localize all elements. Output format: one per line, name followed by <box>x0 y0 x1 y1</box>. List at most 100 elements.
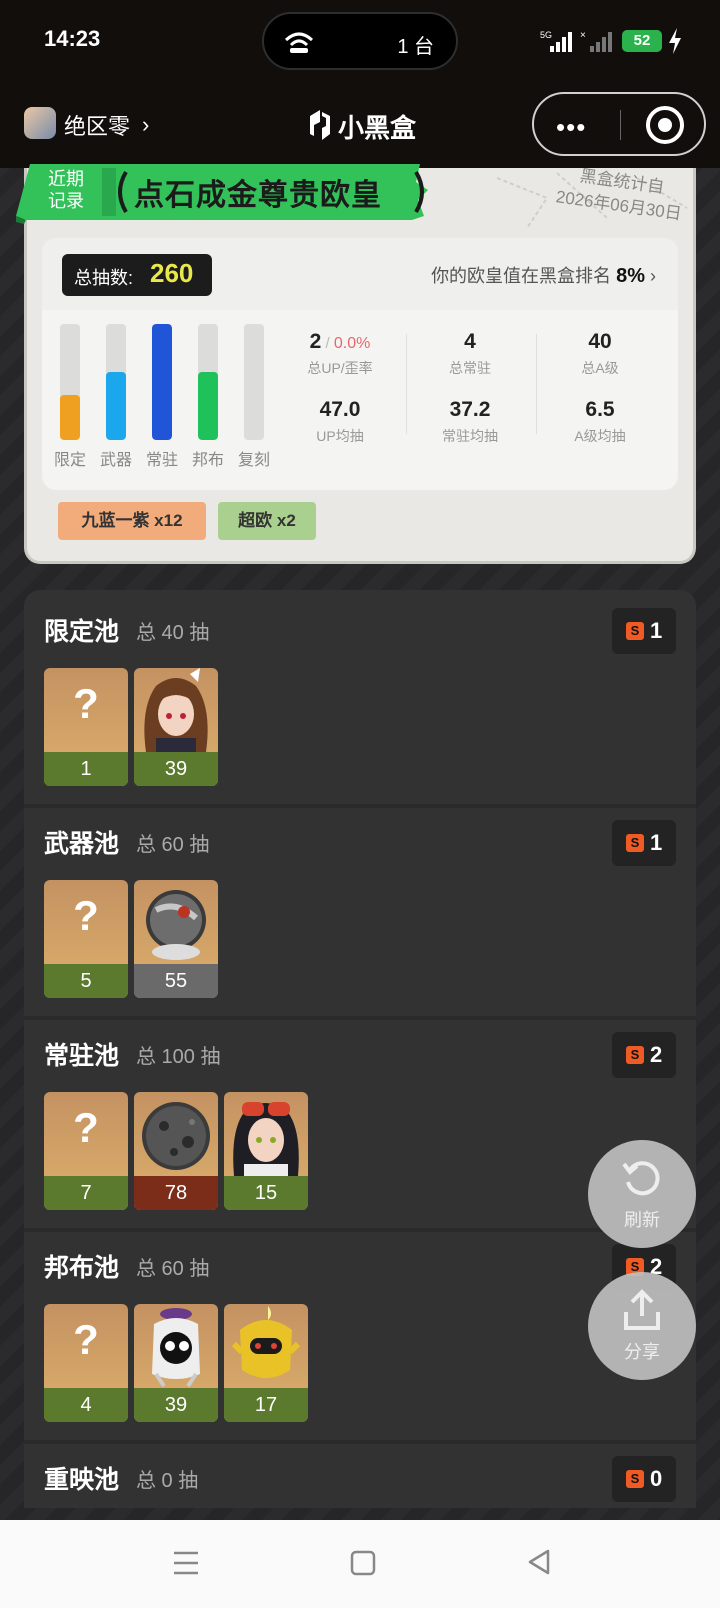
total-pulls-label: 总抽数: <box>74 268 134 288</box>
chevron-right-icon[interactable]: › <box>142 112 149 138</box>
pool-name: 常驻池 <box>44 1042 120 1070</box>
refresh-icon <box>622 1161 660 1196</box>
pull-card[interactable]: ? 4 <box>44 1304 128 1422</box>
pull-card[interactable]: ? 1 <box>44 668 128 786</box>
home-square-icon[interactable] <box>350 1550 376 1576</box>
chevron-right-icon: › <box>650 266 656 286</box>
stats-panel: 总抽数: 260 你的欧皇值在黑盒排名 8% › 限定 武器 常驻 邦布 复刻 2 / … <box>42 238 678 490</box>
metric-label: A级均抽 <box>574 428 626 444</box>
pool-bar-fill <box>60 394 80 440</box>
charging-icon <box>669 28 681 54</box>
banner-title: 点石成金尊贵欧皇 <box>134 179 382 212</box>
metric-number: 2 <box>309 330 322 353</box>
pool-bar-label: 限定 <box>53 452 86 469</box>
pool-bar-label: 邦布 <box>191 452 224 469</box>
metric: 6.5 A级均抽 <box>540 398 660 446</box>
pull-card[interactable]: 55 <box>134 880 218 998</box>
metric-value: 4 <box>410 330 530 354</box>
pool-bar-label: 复刻 <box>237 452 270 469</box>
app-header: 绝区零 › 小黑盒 ••• <box>0 84 720 168</box>
dynamic-island[interactable]: 1 台 <box>262 12 458 70</box>
rank-value: 8% <box>616 265 645 287</box>
metric-label: UP均抽 <box>316 428 364 444</box>
game-avatar-icon[interactable] <box>24 107 56 139</box>
pull-card[interactable]: 39 <box>134 1304 218 1422</box>
unknown-question-icon: ? <box>73 1316 99 1363</box>
pool-section[interactable]: 武器池总 60 抽 S 1? 5 55 <box>24 802 696 1020</box>
more-dots-icon[interactable]: ••• <box>556 112 586 143</box>
metric-divider <box>406 334 407 434</box>
total-pulls-value: 260 <box>150 258 194 288</box>
pool-bar-fill <box>106 371 126 440</box>
game-name[interactable]: 绝区零 <box>64 109 130 141</box>
pull-count: 55 <box>134 964 218 998</box>
status-time: 14:23 <box>44 26 101 51</box>
share-label: 分享 <box>624 1342 660 1362</box>
status-bar: 14:23 1 台 5G × 52 <box>0 0 720 84</box>
unknown-question-icon: ? <box>73 1104 99 1151</box>
pull-count: 7 <box>44 1176 128 1210</box>
pull-card[interactable]: ? 7 <box>44 1092 128 1210</box>
metric: 47.0 UP均抽 <box>280 398 400 446</box>
pull-card[interactable]: ? 5 <box>44 880 128 998</box>
metric-number: 47.0 <box>319 398 361 421</box>
close-target-icon[interactable] <box>646 106 684 144</box>
stats-panel-header: 总抽数: 260 你的欧皇值在黑盒排名 8% › <box>42 238 678 310</box>
pull-count: 39 <box>134 1388 218 1422</box>
share-icon <box>624 1289 660 1330</box>
unknown-question-icon: ? <box>73 680 99 727</box>
share-button[interactable]: 分享 <box>588 1272 696 1380</box>
pull-card[interactable]: 78 <box>134 1092 218 1210</box>
pull-card[interactable]: 15 <box>224 1092 308 1210</box>
rank-link[interactable]: 你的欧皇值在黑盒排名 8% › <box>431 262 656 288</box>
highlight-tag: 九蓝一紫 x12 <box>58 502 206 540</box>
metric-value: 6.5 <box>540 398 660 422</box>
refresh-button[interactable]: 刷新 <box>588 1140 696 1248</box>
metric-number: 6.5 <box>585 398 615 421</box>
s-rank-count: 1 <box>650 618 663 643</box>
pull-card[interactable]: 39 <box>134 668 218 786</box>
pool-bar <box>60 324 80 440</box>
metric-value: 2 / 0.0% <box>280 330 400 354</box>
pull-count: 78 <box>134 1176 218 1210</box>
girl-brown-portrait-icon <box>144 668 208 752</box>
rank-text: 你的欧皇值在黑盒排名 <box>431 266 612 286</box>
pool-total: 总 60 抽 <box>136 1258 210 1280</box>
metric: 40 总A级 <box>540 330 660 378</box>
metric: 37.2 常驻均抽 <box>410 398 530 446</box>
metric-divider <box>536 334 537 434</box>
pool-bar-label: 武器 <box>99 452 132 469</box>
orb-portrait-icon <box>146 890 206 960</box>
metric-value: 37.2 <box>410 398 530 422</box>
metric-label: 常驻均抽 <box>442 428 498 444</box>
bangboo-yellow-portrait-icon <box>231 1306 301 1378</box>
metric: 2 / 0.0% 总UP/歪率 <box>280 330 400 378</box>
back-triangle-icon[interactable] <box>526 1548 552 1576</box>
s-rank-badge: S1 <box>612 820 676 866</box>
pull-count: 1 <box>44 752 128 786</box>
menu-icon[interactable] <box>172 1550 200 1576</box>
pool-section[interactable]: 重映池总 0 抽 S0 <box>24 1438 696 1508</box>
s-rank-badge: S1 <box>612 608 676 654</box>
system-nav-bar <box>0 1520 720 1608</box>
refresh-label: 刷新 <box>624 1210 660 1230</box>
pool-list: 限定池总 40 抽 S 1? 1 39 武器池总 60 抽 S 1? 5 55 常驻池总 100 抽… <box>24 590 696 1508</box>
total-pulls-box: 总抽数: 260 <box>62 254 212 296</box>
capsule-divider <box>620 110 621 140</box>
s-rank-count: 2 <box>650 1042 663 1067</box>
highlight-tag: 超欧 x2 <box>218 502 316 540</box>
metric-label: 总UP/歪率 <box>307 360 373 376</box>
pull-card[interactable]: 17 <box>224 1304 308 1422</box>
pool-total: 总 60 抽 <box>136 834 210 856</box>
metric-rate: 0.0% <box>333 335 371 352</box>
pool-name: 邦布池 <box>44 1254 120 1282</box>
pool-total: 总 40 抽 <box>136 622 210 644</box>
s-rank-icon: S <box>626 834 644 852</box>
pool-section[interactable]: 限定池总 40 抽 S 1? 1 39 <box>24 590 696 808</box>
s-rank-count: 0 <box>650 1466 663 1491</box>
mini-program-capsule: ••• <box>532 92 706 156</box>
metric-label: 总常驻 <box>449 360 491 376</box>
banner-label: 近期记录 <box>48 169 84 211</box>
unknown-question-icon: ? <box>73 892 99 939</box>
island-count: 1 台 <box>397 36 434 58</box>
